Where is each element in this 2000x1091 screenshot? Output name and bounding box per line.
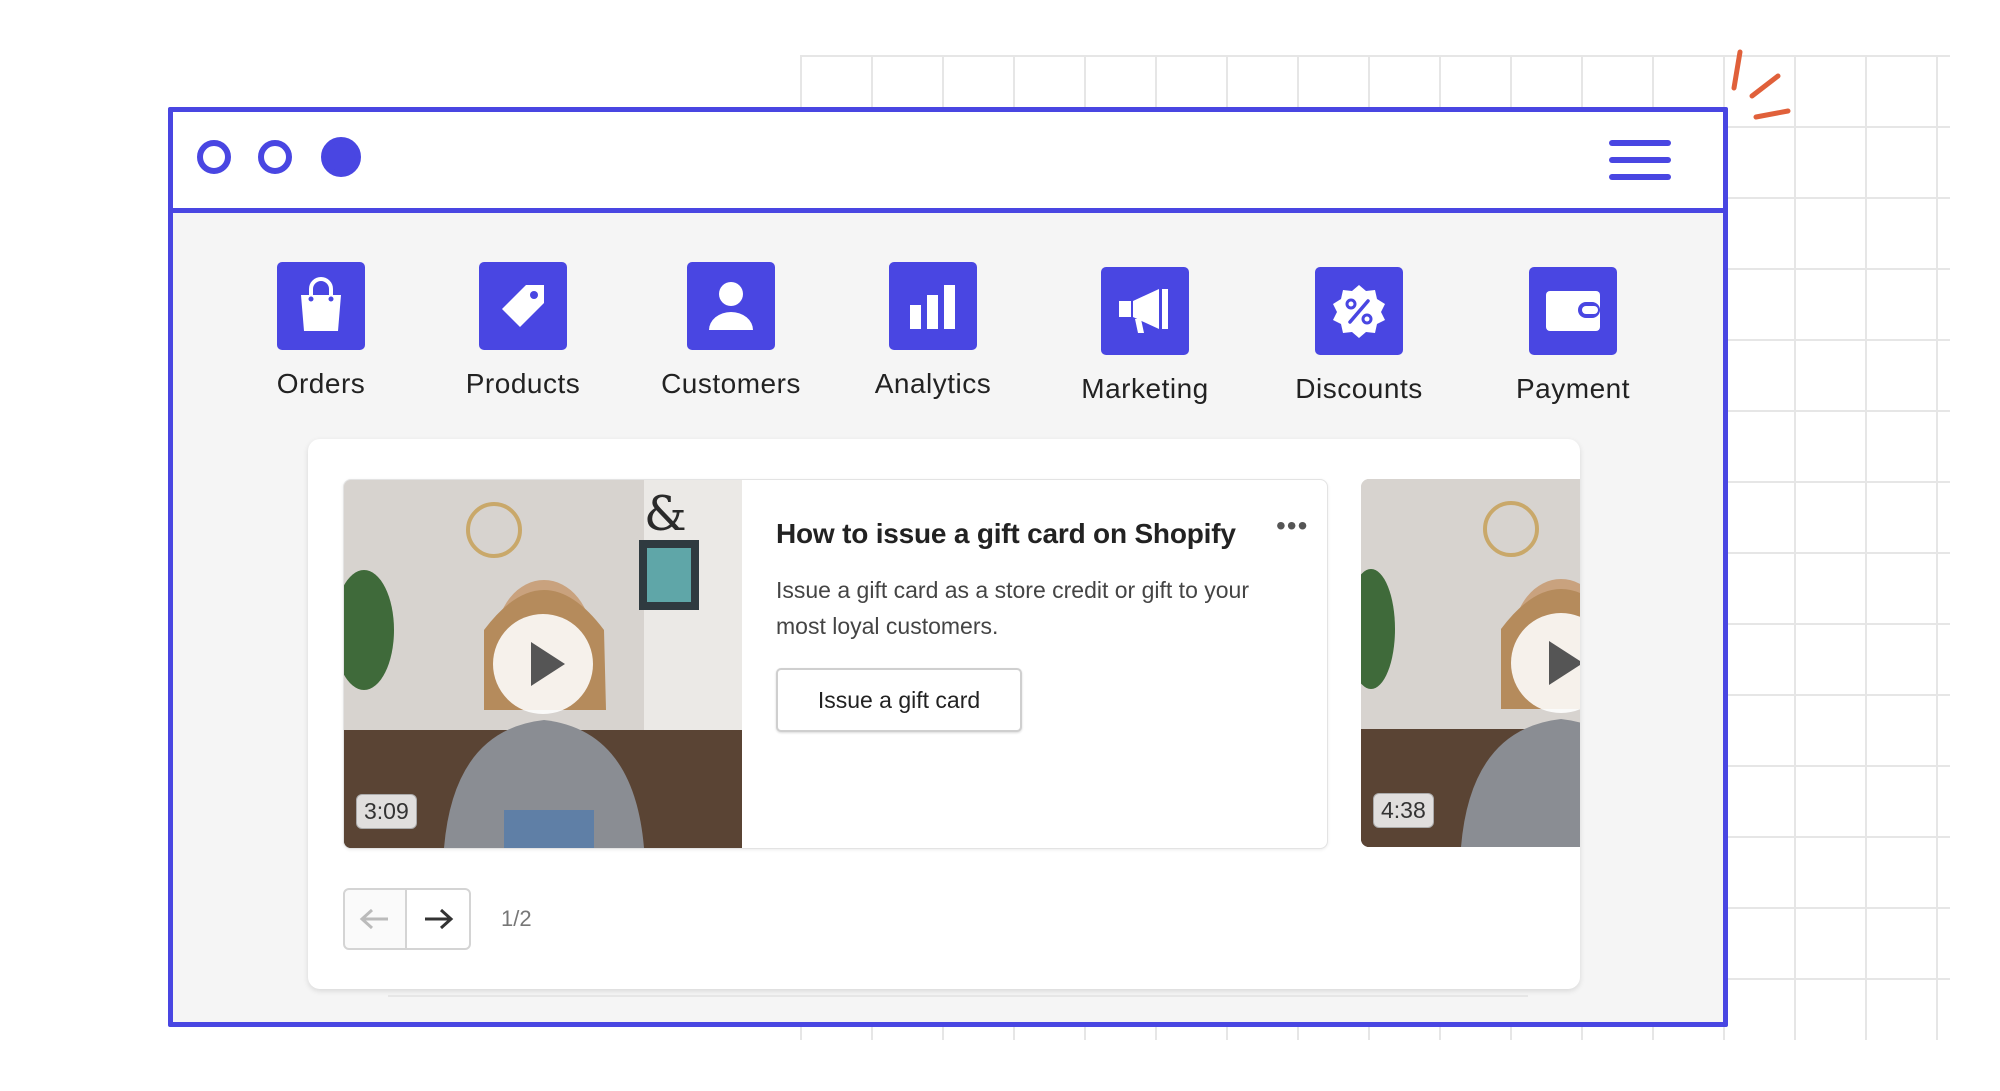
wallet-icon	[1529, 267, 1617, 355]
play-button[interactable]	[493, 614, 593, 714]
nav-label-marketing: Marketing	[1081, 373, 1209, 404]
more-options-icon[interactable]: •••	[1276, 510, 1308, 542]
page-indicator: 1/2	[501, 906, 532, 931]
next-video-thumbnail[interactable]: 4:38	[1361, 479, 1580, 847]
nav-item-customers[interactable]: Customers	[641, 262, 821, 400]
video-thumbnail[interactable]: & 3:09	[344, 480, 742, 848]
app-nav: Orders Products Customers Analytics Mark…	[173, 262, 1723, 412]
shopping-bag-icon	[277, 262, 365, 350]
nav-label-customers: Customers	[661, 368, 801, 399]
card-description: Issue a gift card as a store credit or g…	[776, 577, 1249, 639]
video-card: & 3:09 How to issue a gift card on Shopi…	[343, 479, 1328, 849]
nav-label-products: Products	[465, 368, 581, 399]
discount-badge-icon	[1315, 267, 1403, 355]
video-carousel-panel: & 3:09 How to issue a gift card on Shopi…	[308, 439, 1580, 989]
bar-chart-icon	[889, 262, 977, 350]
panel-stack-edge	[388, 995, 1528, 997]
card-body: How to issue a gift card on Shopify Issu…	[776, 518, 1296, 644]
window-control-close[interactable]	[197, 140, 231, 174]
nav-label-payment: Payment	[1516, 373, 1630, 404]
tag-icon	[479, 262, 567, 350]
title-bar	[173, 112, 1723, 213]
carousel-pager: 1/2	[343, 888, 532, 950]
nav-label-orders: Orders	[276, 368, 366, 399]
issue-gift-card-button[interactable]: Issue a gift card	[776, 668, 1022, 732]
svg-text:&: &	[644, 486, 687, 542]
hamburger-menu-icon[interactable]	[1609, 138, 1671, 184]
nav-item-analytics[interactable]: Analytics	[843, 262, 1023, 400]
nav-label-discounts: Discounts	[1295, 373, 1423, 404]
megaphone-icon	[1101, 267, 1189, 355]
nav-item-products[interactable]: Products	[433, 262, 613, 400]
pager-prev-button[interactable]	[343, 888, 407, 950]
arrow-right-icon	[425, 908, 454, 930]
video-duration: 3:09	[356, 794, 417, 829]
nav-item-discounts[interactable]: Discounts	[1269, 267, 1449, 405]
window-control-maximize[interactable]	[321, 137, 361, 177]
person-icon	[687, 262, 775, 350]
nav-item-marketing[interactable]: Marketing	[1055, 267, 1235, 405]
pager-next-button[interactable]	[407, 888, 471, 950]
nav-item-payment[interactable]: Payment	[1483, 267, 1663, 405]
window-control-minimize[interactable]	[258, 140, 292, 174]
next-video-duration: 4:38	[1373, 793, 1434, 828]
arrow-left-icon	[359, 908, 388, 930]
nav-label-analytics: Analytics	[874, 368, 992, 399]
nav-item-orders[interactable]: Orders	[231, 262, 411, 400]
browser-window: Orders Products Customers Analytics Mark…	[168, 107, 1728, 1027]
card-title: How to issue a gift card on Shopify	[776, 518, 1236, 549]
